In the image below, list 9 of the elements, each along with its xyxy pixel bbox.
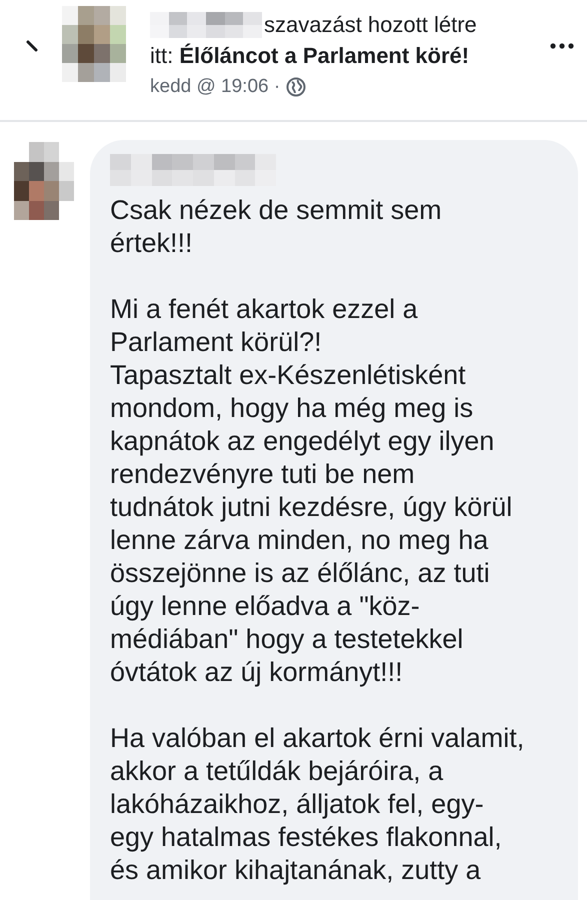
post-target-text: itt: Élőláncot a Parlament köré!: [150, 42, 470, 70]
post-time: kedd @ 19:06 ·: [150, 76, 280, 98]
comment-paragraph: Mi a fenét akartok ezzel a Parlament körül?! Tapasztalt ex-Készenlétisként mondom, hogy ha még meg is kapnátok az engedélyt egy ilyen rendezvényre tuti be nem tudnátok jutni kezdésre, úgy körül lenne zárva minden, no meg ha összejönne is az élőlánc, az tuti úgy lenne előadva a "köz- médiában" hogy a testetekkel óvtátok az új kormányt!!!: [110, 293, 514, 689]
globe-icon: [286, 77, 306, 97]
post-action-text: szavazást hozott létre: [264, 12, 477, 38]
comment-paragraph: Csak nézek de semmit sem értek!!!: [110, 194, 443, 260]
more-options-icon[interactable]: [549, 42, 575, 50]
back-icon[interactable]: [26, 38, 38, 52]
comment-paragraph: Ha valóban el akartok érni valamit, akkor a tetűldák bejáróira, a lakóházaikhoz, álljatok fel, egy- egy hatalmas festékes flakonnal, és amikor kihajtanának, zutty a: [110, 722, 526, 887]
